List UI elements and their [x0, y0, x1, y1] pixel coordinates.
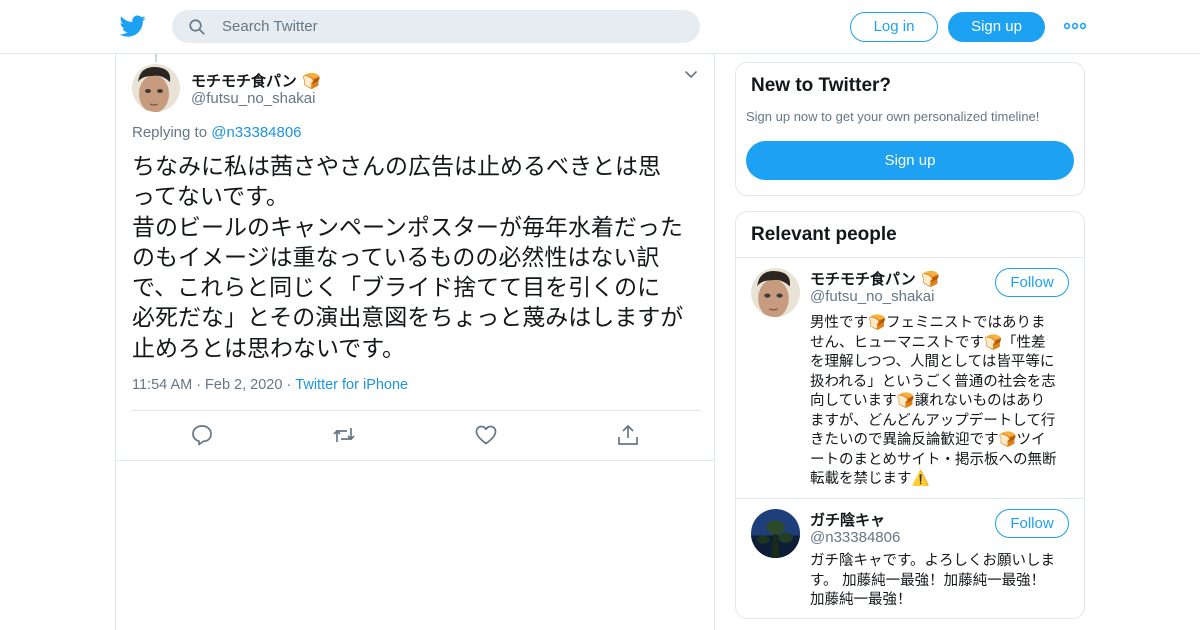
divider [736, 257, 1084, 258]
avatar[interactable] [132, 64, 180, 112]
avatar[interactable] [751, 268, 800, 317]
signup-button[interactable]: Sign up [948, 12, 1045, 42]
more-dots-icon[interactable] [1062, 16, 1088, 36]
top-navigation-bar: Search Twitter Log in Sign up [0, 0, 1200, 54]
search-icon [189, 19, 205, 35]
separator-dot: · [286, 377, 292, 393]
card-subtitle: Sign up now to get your own personalized… [746, 109, 1040, 124]
divider [116, 460, 714, 461]
tweet-time[interactable]: 11:54 AM [132, 377, 192, 393]
divider [736, 498, 1084, 499]
person-handle[interactable]: @n33384806 [810, 529, 900, 546]
bread-emoji-icon: 🍞 [302, 72, 321, 90]
tweet-body: ちなみに私は茜さやさんの広告は止めるべきとは思 ってないです。 昔のビールのキャ… [132, 154, 684, 362]
author-name[interactable]: モチモチ食パン 🍞 [191, 70, 321, 91]
signup-card: New to Twitter? Sign up now to get your … [735, 62, 1085, 196]
tweet-meta: 11:54 AM · Feb 2, 2020 · Twitter for iPhone [132, 377, 408, 393]
search-input[interactable]: Search Twitter [222, 18, 318, 35]
tweet-date[interactable]: Feb 2, 2020 [205, 377, 282, 393]
login-button[interactable]: Log in [850, 12, 938, 42]
search-bar[interactable]: Search Twitter [172, 10, 700, 43]
person-name[interactable]: モチモチ食パン 🍞 [810, 268, 940, 289]
share-icon[interactable] [616, 423, 640, 447]
tweet-actions [116, 411, 714, 461]
chevron-down-icon[interactable] [684, 70, 698, 80]
card-title: New to Twitter? [751, 75, 892, 96]
retweet-icon[interactable] [332, 423, 356, 447]
replying-handle-link[interactable]: @n33384806 [211, 124, 301, 141]
person-bio: 男性です🍞フェミニストではありま せん、ヒューマニストです🍞「性差 を理解しつつ… [810, 315, 1057, 487]
person-name[interactable]: ガチ陰キャ [810, 509, 885, 530]
replying-label: Replying to [132, 124, 208, 141]
follow-button[interactable]: Follow [995, 268, 1069, 297]
thread-connector [155, 54, 157, 62]
person-bio: ガチ陰キャです。よろしくお願いしま す。 加藤純一最強！加藤純一最強！ 加藤純一… [810, 553, 1056, 608]
follow-button[interactable]: Follow [995, 509, 1069, 538]
card-title: Relevant people [751, 224, 897, 245]
bread-emoji-icon: 🍞 [921, 270, 940, 288]
heart-icon[interactable] [474, 423, 498, 447]
author-handle[interactable]: @futsu_no_shakai [191, 90, 315, 107]
avatar[interactable] [751, 509, 800, 558]
twitter-bird-icon[interactable] [120, 13, 146, 39]
signup-button-large[interactable]: Sign up [746, 141, 1074, 180]
tweet-source[interactable]: Twitter for iPhone [295, 377, 408, 393]
replying-to: Replying to @n33384806 [132, 124, 302, 141]
separator-dot: · [196, 377, 202, 393]
tweet-column: モチモチ食パン 🍞 @futsu_no_shakai Replying to @… [115, 54, 715, 630]
person-handle[interactable]: @futsu_no_shakai [810, 288, 934, 305]
relevant-people-card: Relevant people モチモチ食パン 🍞 @futsu_no_shak… [735, 211, 1085, 619]
reply-icon[interactable] [190, 423, 214, 447]
